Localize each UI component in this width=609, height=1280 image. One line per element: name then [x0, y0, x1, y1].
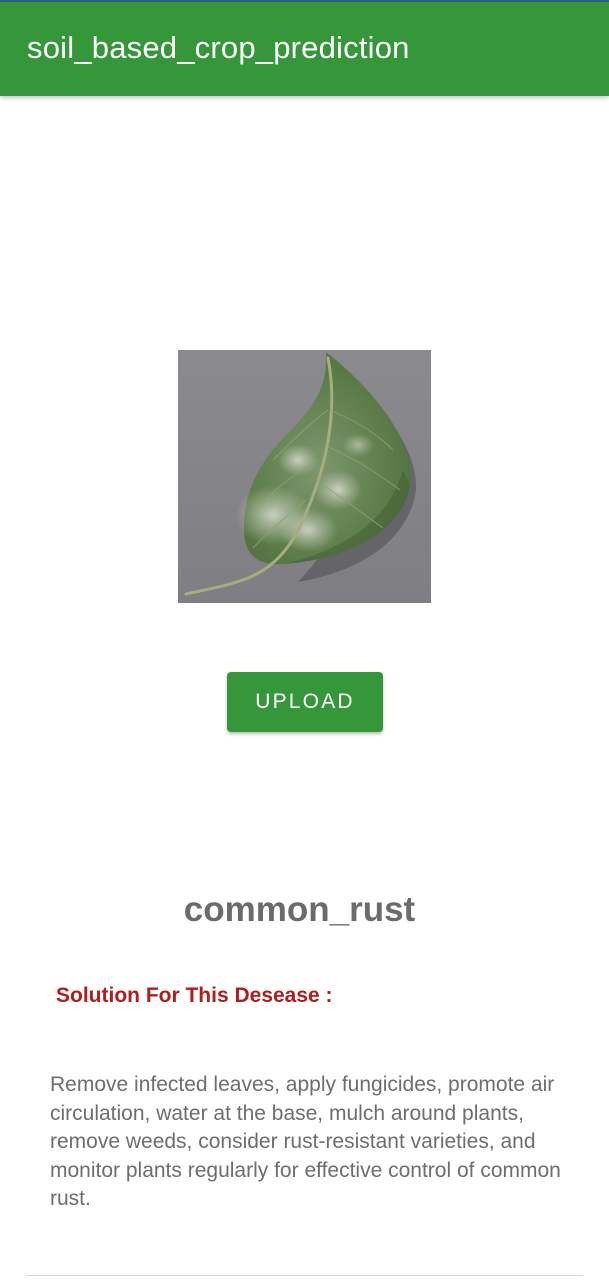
bottom-divider	[26, 1275, 583, 1276]
leaf-image	[178, 350, 431, 603]
disease-name: common_rust	[183, 890, 416, 929]
upload-button[interactable]: UPLOAD	[227, 672, 383, 732]
app-title: soil_based_crop_prediction	[27, 30, 410, 65]
app-bar: soil_based_crop_prediction	[0, 2, 609, 96]
solution-text: Remove infected leaves, apply fungicides…	[50, 1073, 561, 1210]
solution-heading: Solution For This Desease :	[56, 984, 333, 1007]
